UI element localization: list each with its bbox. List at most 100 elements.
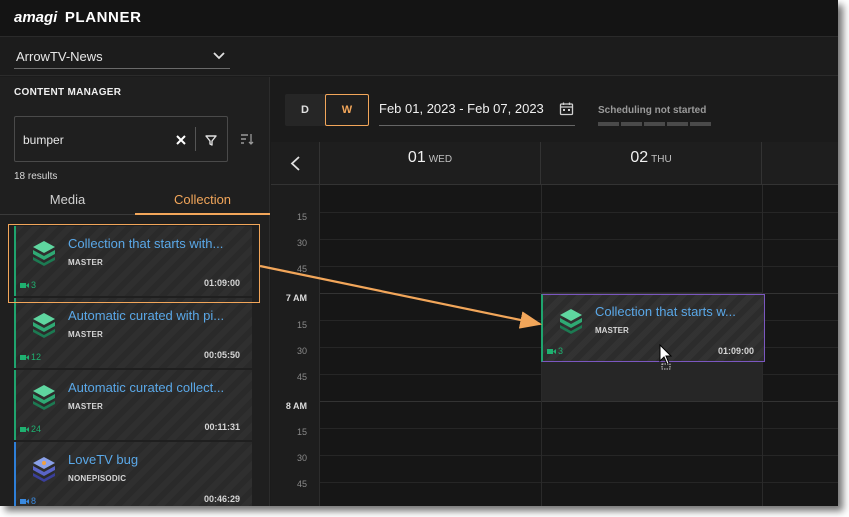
app-brand: amagi PLANNER — [14, 9, 142, 26]
scheduling-status: Scheduling not started — [598, 105, 707, 116]
time-column: 15 30 45 7 AM 15 30 45 8 AM 15 30 45 — [271, 185, 320, 506]
day-of-week: WED — [428, 154, 453, 165]
day-of-week: THU — [651, 154, 672, 165]
date-range-value: Feb 01, 2023 - Feb 07, 2023 — [379, 101, 544, 116]
time-label: 45 — [296, 372, 307, 382]
day-view-button[interactable]: D — [285, 94, 325, 126]
content-manager-panel: CONTENT MANAGER 18 results Media Collect… — [0, 77, 270, 506]
card-count: 3 — [20, 280, 36, 290]
grid-line — [320, 428, 838, 429]
collection-card[interactable]: Automatic curated collect... MASTER 24 0… — [14, 370, 252, 440]
collection-stack-icon — [33, 385, 55, 410]
collection-stack-icon — [33, 313, 55, 338]
time-label: 30 — [296, 453, 307, 463]
scheduled-item-type: MASTER — [595, 326, 629, 335]
scheduled-item-duration: 01:09:00 — [717, 346, 754, 356]
card-duration: 00:46:29 — [203, 494, 240, 504]
tab-collection[interactable]: Collection — [135, 187, 270, 215]
collection-card[interactable]: Collection that starts with... MASTER 3 … — [14, 226, 252, 296]
close-icon — [176, 135, 186, 145]
collection-card[interactable]: Automatic curated with pi... MASTER 12 0… — [14, 298, 252, 368]
collection-card[interactable]: LoveTV bug NONEPISODIC 8 00:46:29 — [14, 442, 252, 506]
product-name: PLANNER — [64, 9, 142, 26]
grid-line-hour — [320, 401, 838, 402]
grid-line — [320, 239, 838, 240]
date-range-picker[interactable]: Feb 01, 2023 - Feb 07, 2023 — [379, 94, 575, 126]
app-window: amagi PLANNER ArrowTV-News CONTENT MANAG… — [0, 0, 838, 506]
scheduled-item-count: 3 — [547, 346, 563, 356]
chevron-down-icon — [213, 52, 225, 60]
channel-selected-value: ArrowTV-News — [16, 49, 103, 64]
card-count-value: 12 — [31, 352, 42, 362]
time-label: 15 — [296, 320, 307, 330]
card-title: Collection that starts with... — [68, 236, 224, 251]
grid-line — [320, 266, 838, 267]
progress-segment — [621, 122, 642, 126]
day-number: 02 — [630, 149, 649, 166]
grid-line — [320, 212, 838, 213]
card-duration: 00:05:50 — [203, 350, 240, 360]
search-divider — [195, 127, 196, 151]
card-count-value: 8 — [31, 496, 37, 506]
card-type: MASTER — [68, 258, 103, 267]
card-count: 12 — [20, 352, 41, 362]
content-manager-title: CONTENT MANAGER — [14, 87, 122, 98]
sort-icon[interactable] — [239, 131, 255, 147]
card-title: Automatic curated collect... — [68, 380, 225, 395]
grid-line — [320, 374, 838, 375]
card-title: LoveTV bug — [68, 452, 139, 467]
content-tabs: Media Collection — [0, 187, 270, 215]
progress-segment — [598, 122, 619, 126]
grid-line — [320, 455, 838, 456]
card-duration: 01:09:00 — [203, 278, 240, 288]
time-label: 45 — [296, 479, 307, 489]
view-toggle: D W — [285, 94, 369, 126]
day-column-header: 01 WED — [320, 142, 541, 185]
progress-segment — [690, 122, 711, 126]
tab-media[interactable]: Media — [0, 187, 135, 215]
card-type: MASTER — [68, 402, 103, 411]
video-icon — [547, 348, 556, 354]
calendar-icon[interactable] — [559, 101, 574, 116]
nonepisodic-stack-icon — [33, 457, 55, 482]
filter-icon[interactable] — [203, 132, 219, 148]
clear-search-button[interactable] — [173, 132, 189, 148]
time-label: 15 — [296, 212, 307, 222]
card-count-value: 24 — [31, 424, 42, 434]
time-label: 30 — [296, 238, 307, 248]
time-label-hour: 7 AM — [285, 293, 307, 303]
search-box — [14, 116, 228, 162]
channel-bar: ArrowTV-News — [0, 37, 838, 76]
channel-dropdown[interactable]: ArrowTV-News — [14, 45, 230, 69]
collection-stack-icon — [33, 241, 55, 266]
chevron-left-icon — [290, 156, 300, 171]
card-count: 8 — [20, 496, 36, 506]
top-bar: amagi PLANNER — [0, 0, 838, 37]
day-column-header: 02 THU — [541, 142, 762, 185]
time-label: 45 — [296, 264, 307, 274]
time-label: 15 — [296, 427, 307, 437]
video-icon — [20, 426, 29, 432]
grid-line — [320, 482, 838, 483]
video-icon — [20, 282, 29, 288]
amagi-logo: amagi — [14, 9, 58, 26]
card-count: 24 — [20, 424, 41, 434]
day-number: 01 — [407, 149, 426, 166]
video-icon — [20, 354, 29, 360]
time-label-hour: 8 AM — [285, 401, 307, 411]
day-header: 01 WED 02 THU — [271, 142, 838, 185]
card-count-value: 3 — [31, 280, 37, 290]
card-duration: 00:11:31 — [204, 422, 240, 432]
scheduled-item[interactable]: Collection that starts w... MASTER 3 01:… — [541, 294, 765, 362]
week-view-button[interactable]: W — [325, 94, 369, 126]
previous-week-button[interactable] — [271, 142, 320, 185]
progress-segment — [644, 122, 665, 126]
collection-stack-icon — [560, 309, 582, 334]
scheduled-item-count-value: 3 — [558, 346, 564, 356]
search-input[interactable] — [23, 131, 163, 149]
results-count: 18 results — [14, 171, 58, 182]
scheduling-progress — [598, 122, 713, 126]
card-title: Automatic curated with pi... — [68, 308, 225, 323]
card-type: MASTER — [68, 330, 103, 339]
schedule-toolbar: D W Feb 01, 2023 - Feb 07, 2023 Scheduli… — [271, 77, 838, 142]
